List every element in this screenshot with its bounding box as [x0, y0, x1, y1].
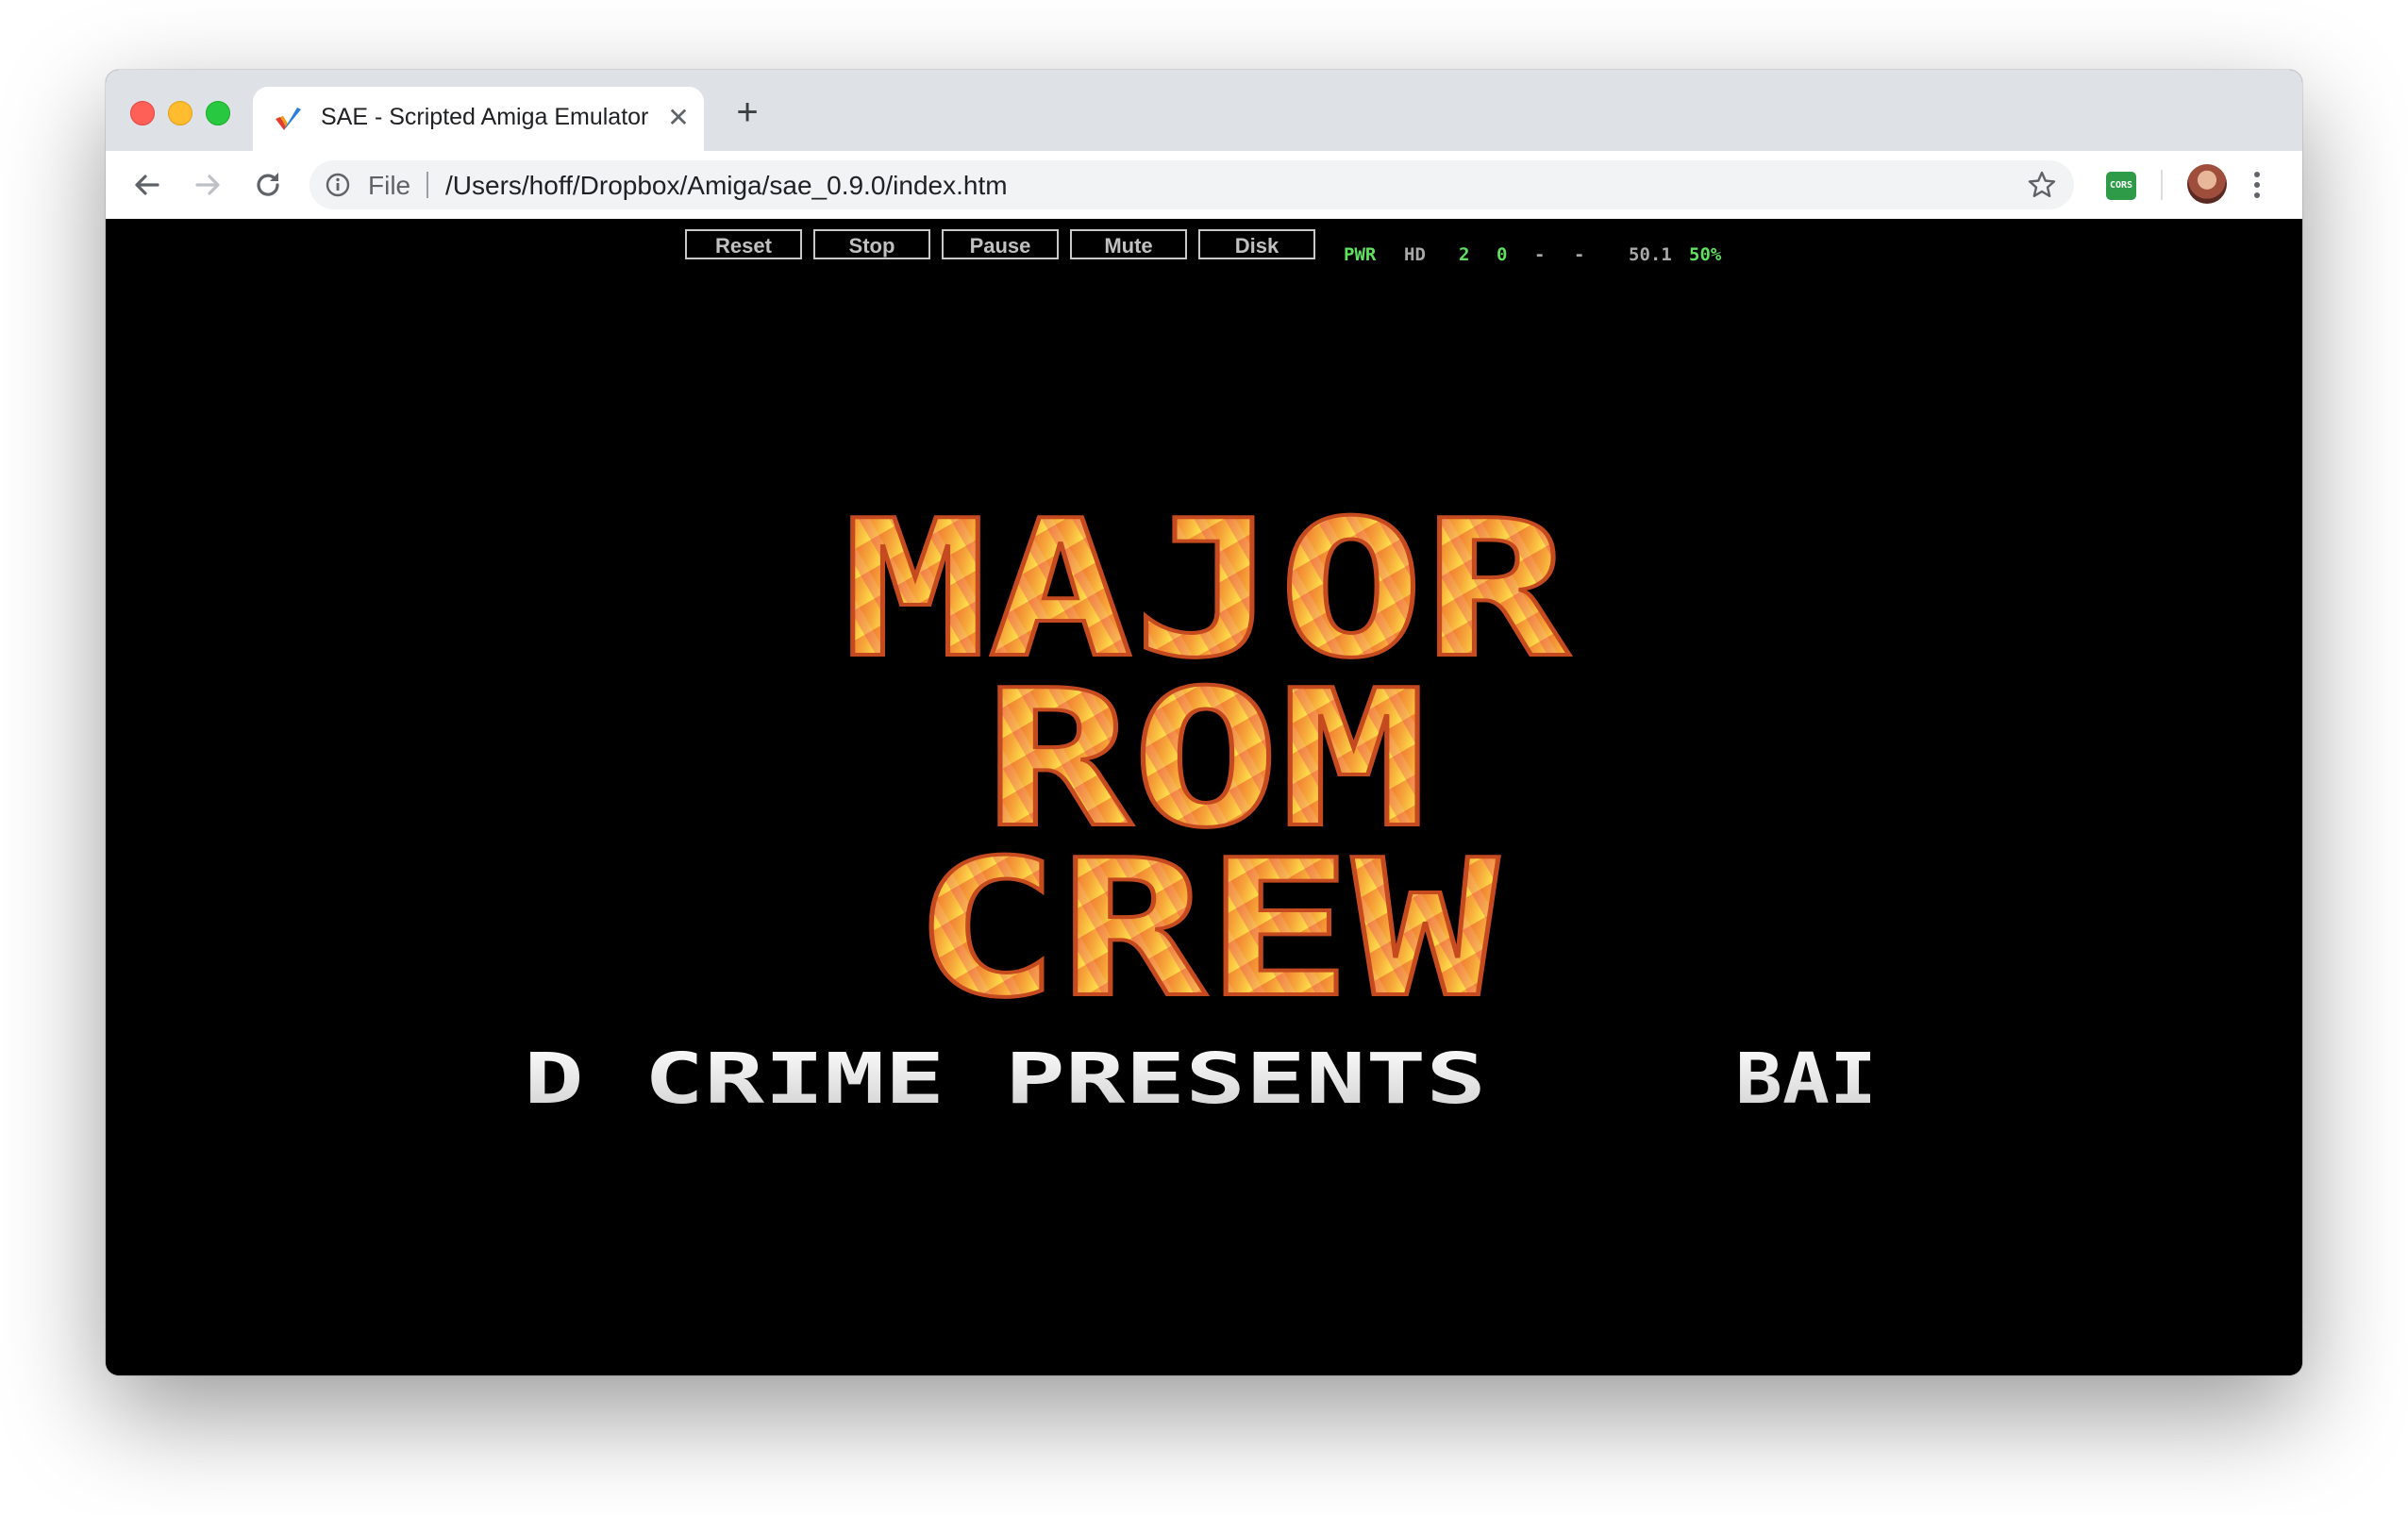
new-tab-icon[interactable]: +	[728, 93, 766, 132]
credit-tag: BAI	[1735, 1039, 1877, 1120]
address-separator	[426, 172, 428, 198]
browser-window: SAE - Scripted Amiga Emulator ✕ + File /…	[106, 70, 2302, 1375]
profile-avatar[interactable]	[2187, 164, 2227, 204]
close-tab-icon[interactable]: ✕	[664, 104, 693, 132]
info-icon[interactable]	[325, 172, 351, 198]
maximize-window-button[interactable]	[206, 101, 230, 125]
logo-line-crew: CREW	[913, 820, 1499, 1040]
active-tab[interactable]: SAE - Scripted Amiga Emulator ✕	[253, 87, 704, 151]
more-menu-icon[interactable]	[2248, 168, 2266, 202]
url-scheme: File	[368, 171, 411, 200]
tab-strip: SAE - Scripted Amiga Emulator ✕ +	[106, 70, 2302, 151]
amiga-checkmark-icon	[276, 108, 301, 130]
tab-title: SAE - Scripted Amiga Emulator	[321, 104, 649, 130]
amiga-display[interactable]: MAJOR ROM CREW D CRIME PRESENTS BAI	[106, 219, 2302, 1375]
address-bar[interactable]: File /Users/hoff/Dropbox/Amiga/sae_0.9.0…	[309, 160, 2074, 209]
reload-icon[interactable]	[249, 166, 287, 204]
credit-line: D CRIME PRESENTS	[524, 1039, 1486, 1120]
cors-extension-icon[interactable]: CORS	[2106, 172, 2136, 200]
forward-arrow-icon[interactable]	[189, 166, 226, 204]
browser-toolbar: File /Users/hoff/Dropbox/Amiga/sae_0.9.0…	[106, 151, 2302, 220]
url-text[interactable]: /Users/hoff/Dropbox/Amiga/sae_0.9.0/inde…	[445, 171, 1008, 201]
minimize-window-button[interactable]	[168, 101, 192, 125]
bookmark-star-icon[interactable]	[2027, 170, 2057, 200]
emulator-page: Reset Stop Pause Mute Disk PWR HD 2 0 - …	[106, 219, 2302, 1375]
close-window-button[interactable]	[130, 101, 155, 125]
back-arrow-icon[interactable]	[128, 166, 166, 204]
toolbar-separator	[2161, 170, 2163, 200]
